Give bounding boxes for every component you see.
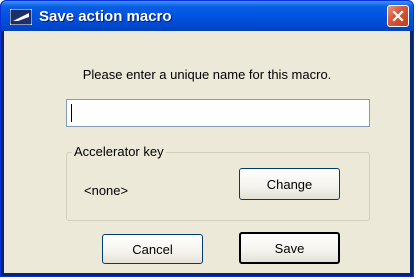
accelerator-key-value: <none> [84, 183, 129, 198]
close-button[interactable] [387, 5, 409, 27]
text-caret [71, 104, 72, 122]
save-button[interactable]: Save [239, 232, 340, 264]
cancel-button[interactable]: Cancel [102, 234, 203, 264]
accelerator-key-label: Accelerator key [72, 144, 166, 159]
title-bar[interactable]: Save action macro [1, 1, 413, 31]
change-button[interactable]: Change [239, 168, 340, 200]
prompt-text: Please enter a unique name for this macr… [82, 67, 332, 82]
dialog-title: Save action macro [39, 8, 172, 25]
save-macro-dialog: Save action macro Please enter a unique … [0, 0, 414, 277]
close-icon [392, 10, 404, 22]
macro-name-input[interactable] [66, 99, 370, 127]
dialog-body: Please enter a unique name for this macr… [4, 31, 410, 273]
macro-app-icon [10, 9, 32, 25]
